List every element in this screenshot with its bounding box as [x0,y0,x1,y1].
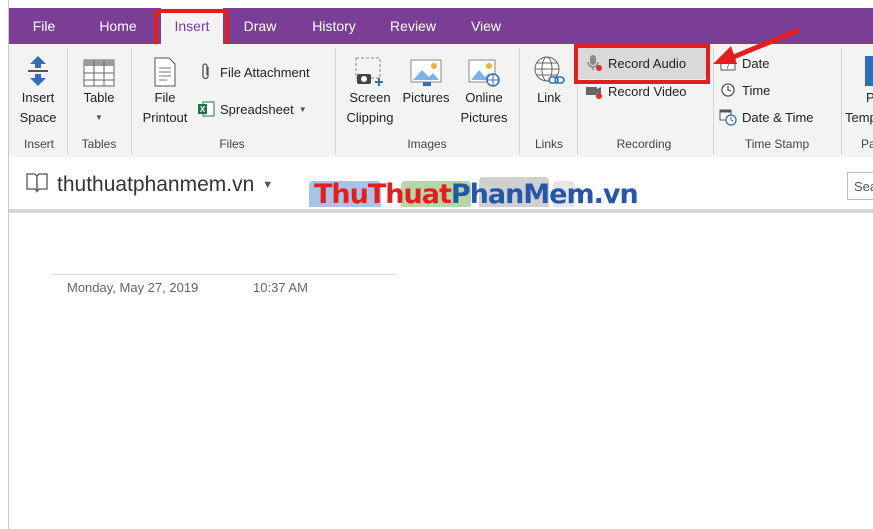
chevron-down-icon: ▼ [95,113,103,122]
notebook-icon [25,171,49,199]
pictures-button[interactable]: Pictures [399,50,453,108]
group-label-time-stamp: Time Stamp [744,137,810,151]
notebook-name: thuthuatphanmem.vn [57,173,255,196]
screen-clipping-button[interactable]: Screen Clipping [343,50,397,128]
page-date: Monday, May 27, 2019 [67,280,199,295]
file-printout-icon [137,50,193,88]
file-attachment-button[interactable]: File Attachment [197,60,310,84]
watermark-logo: ThuThuatPhanMem.vn [314,179,639,210]
ribbon-separator [841,48,842,154]
group-label-recording: Recording [616,137,672,151]
calendar-icon: 7 [719,54,737,72]
group-label-images: Images [407,137,447,151]
ribbon-separator [519,48,520,154]
tab-draw[interactable]: Draw [237,8,283,44]
insert-space-icon [15,50,61,88]
page-templates-button[interactable]: P Temp [845,50,873,128]
record-video-button[interactable]: Record Video [585,79,687,103]
tab-insert[interactable]: Insert [161,8,223,44]
date-time-button[interactable]: Date & Time [719,105,814,129]
calendar-clock-icon [719,108,737,126]
clock-icon [719,81,737,99]
search-input[interactable]: Sea [847,172,873,200]
spreadsheet-button[interactable]: X Spreadsheet ▼ [197,97,307,121]
ribbon-separator [131,48,132,154]
video-camera-icon [585,82,603,100]
tab-file[interactable]: File [23,8,65,44]
tab-history[interactable]: History [301,8,367,44]
paperclip-icon [197,63,215,81]
ribbon-separator [67,48,68,154]
group-label-pages: Pa [861,137,873,151]
ribbon-tab-bar: File Home Insert Draw History Review Vie… [9,8,873,44]
microphone-icon [585,54,603,72]
online-picture-icon [455,50,513,88]
insert-space-button[interactable]: Insert Space [15,50,61,128]
link-icon [525,50,573,88]
group-label-tables: Tables [81,137,117,151]
onenote-window: File Home Insert Draw History Review Vie… [8,0,873,529]
svg-text:X: X [200,105,206,114]
notebook-bar: thuthuatphanmem.vn ▼ ThuThuatPhanMem.vn … [9,157,873,213]
date-button[interactable]: 7 Date [719,51,769,75]
ribbon-separator [335,48,336,154]
page-templates-icon [845,50,873,88]
link-button[interactable]: Link [525,50,573,108]
screen-clipping-icon [343,50,397,88]
chevron-down-icon: ▼ [262,179,274,191]
group-label-files: Files [219,137,245,151]
table-icon [77,50,121,88]
page-time: 10:37 AM [253,280,308,295]
notebook-selector[interactable]: thuthuatphanmem.vn ▼ [25,171,273,199]
tab-review[interactable]: Review [381,8,445,44]
record-audio-button[interactable]: Record Audio [585,51,686,75]
chevron-down-icon: ▼ [298,104,307,114]
table-button[interactable]: Table ▼ [77,50,121,128]
online-pictures-button[interactable]: Online Pictures [455,50,513,128]
tab-home[interactable]: Home [93,8,143,44]
ribbon: Insert Space Insert Table ▼ Tables File … [9,44,873,158]
svg-text:7: 7 [726,62,731,71]
file-printout-button[interactable]: File Printout [137,50,193,128]
tab-view[interactable]: View [461,8,511,44]
time-button[interactable]: Time [719,78,770,102]
group-label-links: Links [534,137,563,151]
excel-icon: X [197,100,215,118]
picture-icon [399,50,453,88]
page-title-line[interactable] [51,274,397,275]
group-label-insert: Insert [23,137,54,151]
ribbon-separator [713,48,714,154]
